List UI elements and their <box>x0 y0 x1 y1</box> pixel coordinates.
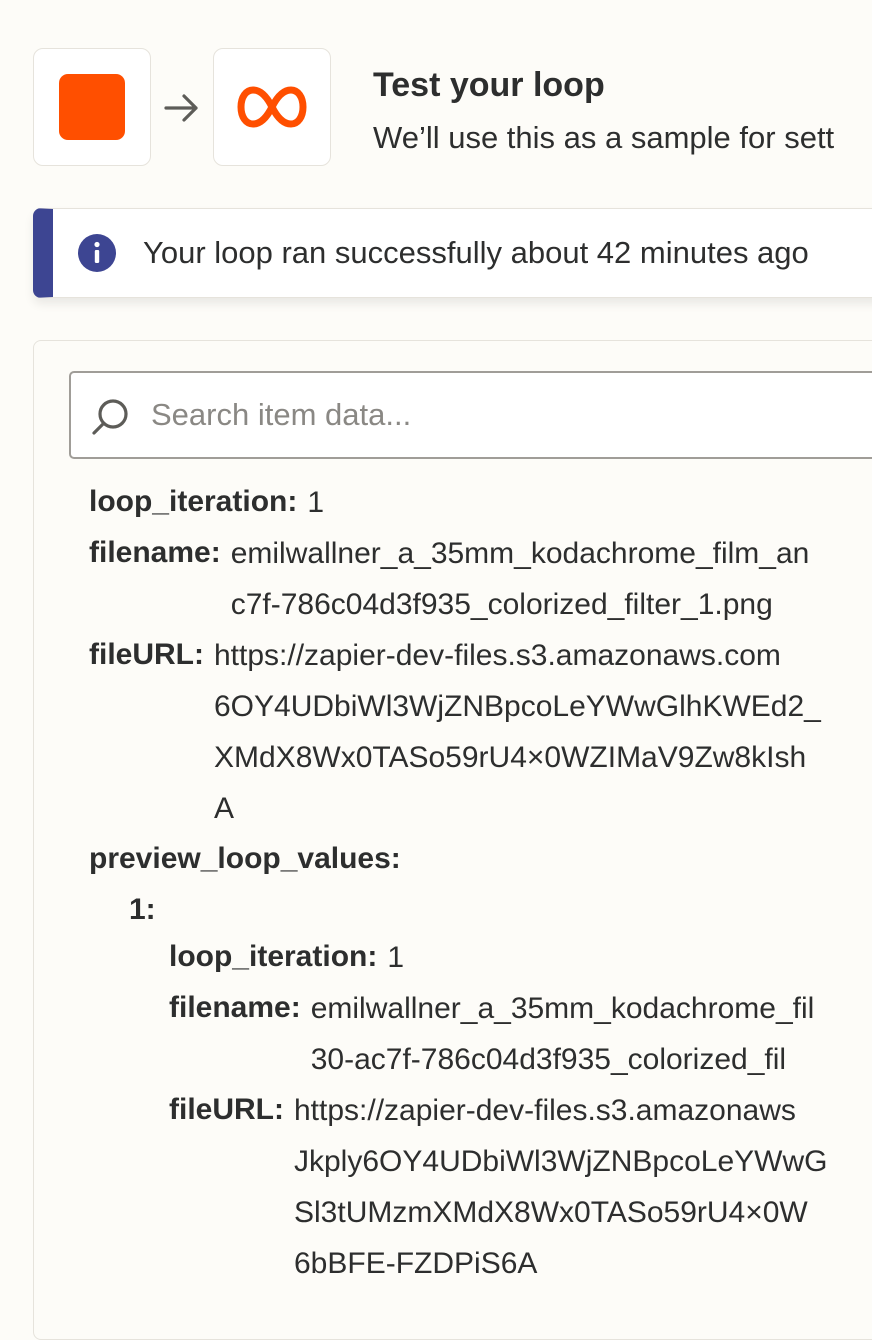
field-value-line: 30-ac7f-786c04d3f935_colorized_fil <box>310 1043 787 1076</box>
filename-row: filename: emilwallner_a_35mm_kodachrome_… <box>89 536 809 638</box>
field-key: filename: <box>89 536 221 569</box>
step-title: Test your loop <box>373 66 605 104</box>
field-key: filename: <box>169 991 301 1024</box>
field-key: fileURL: <box>169 1093 284 1126</box>
fileurl-row: fileURL: https://zapier-dev-files.s3.ama… <box>89 638 821 842</box>
field-key: fileURL: <box>89 638 204 671</box>
field-key: loop_iteration: <box>89 485 298 518</box>
field-value-line: 6OY4UDbiWl3WjZNBpcoLeYWwGlhKWEd2_ <box>214 690 821 723</box>
field-value-line: emilwallner_a_35mm_kodachrome_fil <box>310 992 815 1025</box>
field-value-line: 6bBFE-FZDPiS6A <box>294 1247 538 1280</box>
step-subtitle: We’ll use this as a sample for sett <box>373 120 835 155</box>
field-value-line: A <box>214 792 235 825</box>
field-value: 1 <box>307 486 325 519</box>
search-icon <box>92 399 128 435</box>
field-value-line: emilwallner_a_35mm_kodachrome_film_an <box>230 537 810 570</box>
orange-square-icon <box>59 74 125 140</box>
field-value-line: Jkply6OY4UDbiWl3WjZNBpcoLeYWwG <box>294 1145 828 1178</box>
arrow-right-icon <box>164 94 198 122</box>
field-key: loop_iteration: <box>169 940 378 973</box>
alert-message: Your loop ran successfully about 42 minu… <box>143 235 809 270</box>
info-icon <box>78 234 116 272</box>
field-key: 1: <box>129 893 156 926</box>
info-alert: Your loop ran successfully about 42 minu… <box>33 208 872 298</box>
field-value-line: Sl3tUMzmXMdX8Wx0TASo59rU4×0W <box>294 1196 808 1229</box>
preview-loop-iteration-row: loop_iteration: 1 <box>169 940 404 991</box>
field-key: preview_loop_values: <box>89 842 401 875</box>
loop-iteration-row: loop_iteration: 1 <box>89 485 324 536</box>
preview-loop-values-row: preview_loop_values: <box>89 842 411 876</box>
field-value: 1 <box>387 941 405 974</box>
field-value-line: https://zapier-dev-files.s3.amazonaws <box>294 1094 796 1127</box>
search-box[interactable] <box>69 371 872 459</box>
loop-infinity-icon <box>237 86 307 128</box>
preview-filename-row: filename: emilwallner_a_35mm_kodachrome_… <box>169 991 814 1093</box>
field-value-line: c7f-786c04d3f935_colorized_filter_1.png <box>230 588 773 621</box>
field-value-line: https://zapier-dev-files.s3.amazonaws.co… <box>214 639 781 672</box>
preview-index-row: 1: <box>129 893 166 927</box>
loop-app-icon[interactable] <box>213 48 331 166</box>
search-input[interactable] <box>151 373 871 457</box>
field-value-line: XMdX8Wx0TASo59rU4×0WZIMaV9Zw8kIsh <box>214 741 807 774</box>
trigger-app-icon[interactable] <box>33 48 151 166</box>
preview-fileurl-row: fileURL: https://zapier-dev-files.s3.ama… <box>169 1093 827 1297</box>
